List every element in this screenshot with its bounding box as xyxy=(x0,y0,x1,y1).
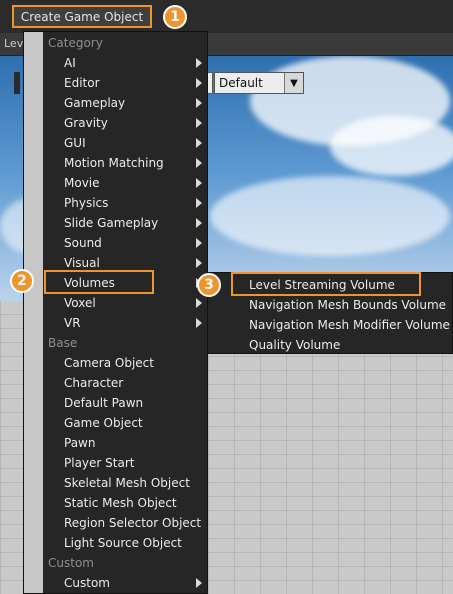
chevron-right-icon xyxy=(196,98,202,108)
menu-item-gameplay[interactable]: Gameplay xyxy=(64,93,204,113)
menu-header-custom: Custom xyxy=(48,556,94,570)
menu-item-physics[interactable]: Physics xyxy=(64,193,204,213)
menu-item-label: Gravity xyxy=(64,116,108,130)
menu-item-voxel[interactable]: Voxel xyxy=(64,293,204,313)
menu-item-slide-gameplay[interactable]: Slide Gameplay xyxy=(64,213,204,233)
cloud-shape xyxy=(210,176,450,256)
menu-item-label: Gameplay xyxy=(64,96,126,110)
submenu-item-navigation-mesh-bounds-volume[interactable]: Navigation Mesh Bounds Volume xyxy=(249,295,446,315)
cloud-shape xyxy=(330,116,453,176)
chevron-right-icon xyxy=(196,198,202,208)
menu-item-light-source-object[interactable]: Light Source Object xyxy=(64,533,182,553)
chevron-right-icon xyxy=(196,178,202,188)
volumes-highlight-box xyxy=(44,270,154,294)
menu-item-label: Voxel xyxy=(64,296,96,310)
menu-item-label: Sound xyxy=(64,236,102,250)
submenu-item-quality-volume[interactable]: Quality Volume xyxy=(249,335,340,355)
step-badge-2: 2 xyxy=(10,269,34,293)
menu-item-sound[interactable]: Sound xyxy=(64,233,204,253)
create-game-object-menu: Category AI Editor Gameplay Gravity GUI … xyxy=(23,31,208,594)
menu-item-label: VR xyxy=(64,316,81,330)
step-badge-1: 1 xyxy=(163,5,187,29)
menu-item-vr[interactable]: VR xyxy=(64,313,204,333)
menu-item-skeletal-mesh-object[interactable]: Skeletal Mesh Object xyxy=(64,473,190,493)
chevron-right-icon xyxy=(196,318,202,328)
menu-gutter xyxy=(24,32,43,593)
chevron-right-icon xyxy=(196,118,202,128)
menu-item-gui[interactable]: GUI xyxy=(64,133,204,153)
menu-item-label: Visual xyxy=(64,256,100,270)
viewport-toolbar-handle xyxy=(14,72,20,94)
chevron-right-icon xyxy=(196,218,202,228)
menu-item-motion-matching[interactable]: Motion Matching xyxy=(64,153,204,173)
chevron-right-icon xyxy=(196,58,202,68)
menu-item-custom[interactable]: Custom xyxy=(64,573,204,593)
menu-item-player-start[interactable]: Player Start xyxy=(64,453,134,473)
menu-header-base: Base xyxy=(48,336,78,350)
level-streaming-highlight-box xyxy=(231,272,421,296)
menu-item-label: Editor xyxy=(64,76,100,90)
chevron-right-icon xyxy=(196,578,202,588)
menu-item-label: Motion Matching xyxy=(64,156,164,170)
menu-item-gravity[interactable]: Gravity xyxy=(64,113,204,133)
chevron-right-icon xyxy=(196,238,202,248)
chevron-down-icon[interactable]: ▼ xyxy=(284,73,303,93)
menu-item-label: AI xyxy=(64,56,76,70)
menu-item-camera-object[interactable]: Camera Object xyxy=(64,353,154,373)
menu-header-category: Category xyxy=(48,36,103,50)
chevron-right-icon xyxy=(196,158,202,168)
menu-item-default-pawn[interactable]: Default Pawn xyxy=(64,393,143,413)
submenu-item-navigation-mesh-modifier-volume[interactable]: Navigation Mesh Modifier Volume xyxy=(249,315,450,335)
create-game-object-button[interactable]: Create Game Object xyxy=(12,5,152,28)
menu-item-label: Physics xyxy=(64,196,109,210)
menu-item-character[interactable]: Character xyxy=(64,373,123,393)
menu-item-label: GUI xyxy=(64,136,86,150)
menu-item-editor[interactable]: Editor xyxy=(64,73,204,93)
chevron-right-icon xyxy=(196,138,202,148)
quality-dropdown[interactable]: Default ▼ xyxy=(214,72,304,94)
chevron-right-icon xyxy=(196,258,202,268)
chevron-right-icon xyxy=(196,78,202,88)
step-badge-3: 3 xyxy=(197,273,221,297)
chevron-right-icon xyxy=(196,298,202,308)
menu-item-ai[interactable]: AI xyxy=(64,53,204,73)
level-tab-label[interactable]: Lev xyxy=(4,37,23,50)
menu-item-movie[interactable]: Movie xyxy=(64,173,204,193)
menu-item-label: Slide Gameplay xyxy=(64,216,159,230)
menu-item-static-mesh-object[interactable]: Static Mesh Object xyxy=(64,493,177,513)
quality-dropdown-value: Default xyxy=(219,76,263,90)
menu-item-label: Movie xyxy=(64,176,100,190)
menu-item-pawn[interactable]: Pawn xyxy=(64,433,95,453)
menu-item-label: Custom xyxy=(64,576,110,590)
menu-item-region-selector-object[interactable]: Region Selector Object xyxy=(64,513,201,533)
menu-item-game-object[interactable]: Game Object xyxy=(64,413,143,433)
